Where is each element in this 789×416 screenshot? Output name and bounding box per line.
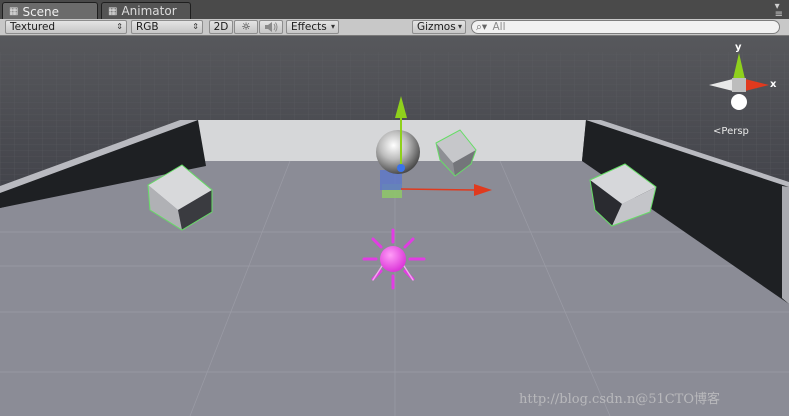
gizmo-negy-sphere[interactable] (731, 94, 747, 110)
gizmo-center-cube[interactable] (732, 78, 746, 92)
gizmo-x-label: x (770, 79, 777, 90)
gizmos-label: Gizmos (417, 21, 456, 33)
scene-icon: ▦ (9, 6, 19, 17)
gizmo-x-axis[interactable] (400, 188, 475, 191)
unity-scene-window: ▦ Scene ▦ Animator ▾ ≡ Textured ⇕ RGB ⇕ 2… (0, 0, 789, 416)
2d-toggle-button[interactable]: 2D (209, 20, 233, 34)
dropdown-arrows-icon: ⇕ (192, 22, 199, 31)
dropdown-arrows-icon: ⇕ (116, 22, 123, 31)
watermark-text: http://blog.csdn.n@51CTO博客 (519, 392, 721, 407)
gizmo-y-label: y (735, 42, 742, 53)
projection-label: Persp (721, 126, 749, 137)
tab-animator[interactable]: ▦ Animator (101, 2, 191, 19)
audio-toggle-button[interactable] (259, 20, 283, 34)
speaker-icon (265, 22, 278, 32)
scene-toolbar: Textured ⇕ RGB ⇕ 2D ☼ Effects ▾ Gizmos ▾ (0, 19, 789, 36)
gizmo-center-handle[interactable] (397, 164, 405, 172)
search-placeholder: All (492, 21, 506, 33)
chevron-down-icon: ▾ (330, 22, 335, 31)
gizmos-dropdown[interactable]: Gizmos ▾ (412, 20, 466, 34)
projection-toggle[interactable]: <Persp (713, 126, 749, 137)
animator-icon: ▦ (108, 5, 118, 17)
tab-animator-label: Animator (121, 4, 177, 18)
draw-mode-value: Textured (10, 21, 56, 33)
effects-label: Effects (291, 21, 327, 33)
lighting-toggle-button[interactable]: ☼ (234, 20, 258, 34)
tab-scene[interactable]: ▦ Scene (2, 2, 98, 20)
2d-toggle-label: 2D (213, 21, 229, 33)
channel-value: RGB (136, 21, 159, 33)
channel-dropdown[interactable]: RGB ⇕ (131, 20, 203, 34)
scene-render (0, 36, 789, 416)
draw-mode-dropdown[interactable]: Textured ⇕ (5, 20, 127, 34)
chevron-down-icon: ▾ (457, 22, 462, 31)
tab-scene-label: Scene (22, 4, 60, 19)
scene-search-input[interactable]: ⌕▾ All (471, 20, 780, 34)
scene-viewport[interactable]: y x <Persp http://blog.csdn.n@51CTO博客 (0, 36, 789, 416)
search-icon: ⌕▾ (476, 21, 488, 33)
effects-dropdown[interactable]: Effects ▾ (286, 20, 339, 34)
window-menu-icon[interactable]: ▾ ≡ (775, 2, 783, 20)
sun-icon: ☼ (241, 21, 251, 33)
tab-strip: ▦ Scene ▦ Animator ▾ ≡ (0, 0, 789, 20)
